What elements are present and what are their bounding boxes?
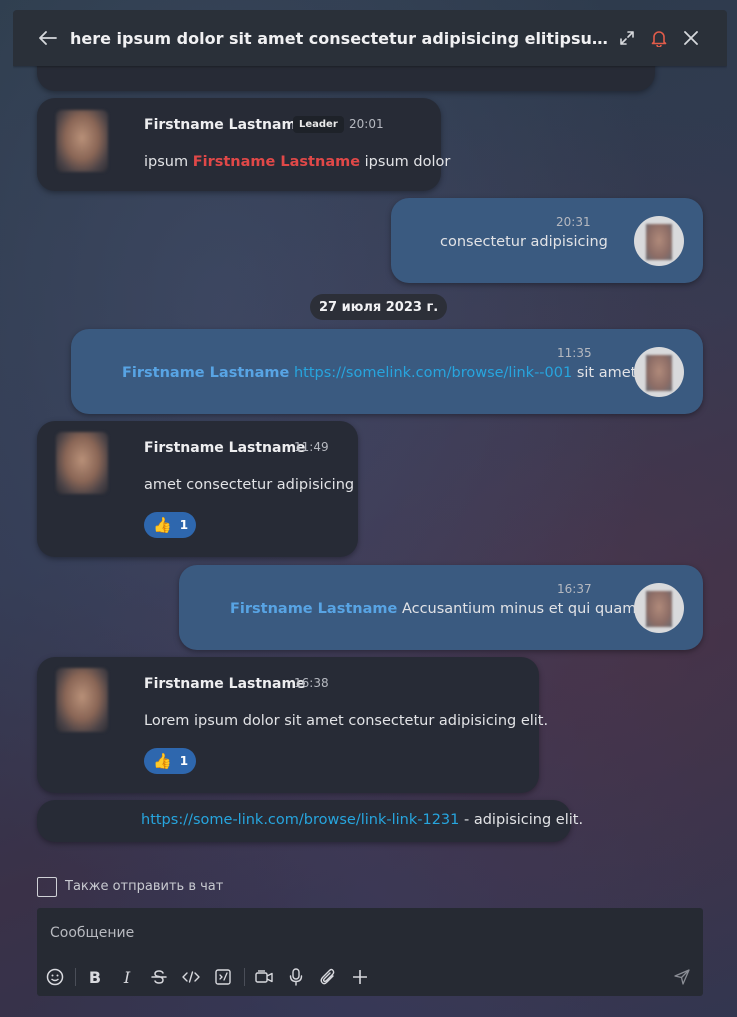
video-icon[interactable]	[253, 966, 275, 988]
message-time: 16:38	[294, 676, 329, 690]
thread-panel: here ipsum dolor sit amet consectetur ad…	[13, 10, 727, 1010]
message-text: Lorem ipsum dolor sit amet consectetur a…	[144, 713, 549, 729]
message-time: 16:37	[557, 582, 592, 596]
also-send-checkbox[interactable]	[37, 877, 57, 897]
avatar[interactable]	[634, 216, 684, 266]
reaction-chip[interactable]: 👍 1	[144, 512, 196, 538]
message-time: 11:49	[294, 440, 329, 454]
message-composer: B I	[37, 908, 703, 996]
date-separator: 27 июля 2023 г.	[310, 294, 448, 320]
message-bubble-own[interactable]: 20:31 consectetur adipisicing	[391, 198, 703, 283]
thread-header: here ipsum dolor sit amet consectetur ad…	[13, 10, 727, 66]
sender-name[interactable]: Firstname Lastname	[144, 440, 306, 456]
message-bubble[interactable]: Firstname Lastname 11:49 amet consectetu…	[37, 421, 358, 557]
message-input[interactable]	[37, 916, 657, 950]
text-segment: Accusantium minus et qui quam	[401, 601, 637, 617]
avatar[interactable]	[56, 668, 108, 732]
microphone-icon[interactable]	[285, 966, 307, 988]
message-bubble[interactable]: Firstname Lastname 16:38 Lorem ipsum dol…	[37, 657, 548, 793]
role-badge: Leader	[293, 116, 344, 133]
reaction-count: 1	[179, 754, 189, 768]
mention[interactable]: Firstname Lastname	[230, 601, 397, 617]
close-icon[interactable]	[679, 26, 703, 50]
plus-icon[interactable]	[349, 966, 371, 988]
thumbs-up-icon: 👍	[153, 752, 172, 770]
message-time: 11:35	[557, 346, 592, 360]
message-link[interactable]: https://somelink.com/browse/link--001	[294, 365, 572, 381]
expand-icon[interactable]	[615, 26, 639, 50]
bell-icon[interactable]	[647, 26, 671, 50]
sender-name[interactable]: Firstname Lastname	[144, 676, 306, 692]
toolbar-divider	[75, 968, 76, 986]
mention[interactable]: Firstname Lastname	[122, 365, 289, 381]
bold-icon[interactable]: B	[84, 966, 106, 988]
thumbs-up-icon: 👍	[153, 516, 172, 534]
message-time: 20:01	[349, 117, 384, 131]
text-segment: sit amet	[576, 365, 637, 381]
sender-name[interactable]: Firstname Lastname	[144, 117, 306, 133]
mention[interactable]: Firstname Lastname	[193, 154, 360, 170]
message-text: Firstname Lastname https://somelink.com/…	[122, 365, 636, 381]
text-segment: ipsum	[144, 154, 189, 170]
also-send-label[interactable]: Также отправить в чат	[65, 879, 223, 894]
strikethrough-icon[interactable]	[148, 966, 170, 988]
avatar[interactable]	[634, 583, 684, 633]
message-bubble[interactable]: https://some-link.com/browse/link-link-1…	[37, 800, 583, 842]
message-text: amet consectetur adipisicing	[144, 477, 355, 493]
message-text: Firstname Lastname Accusantium minus et …	[230, 601, 636, 617]
arrow-left-icon[interactable]	[36, 26, 60, 50]
thread-title: here ipsum dolor sit amet consectetur ad…	[70, 28, 610, 48]
message-bubble[interactable]: Firstname Lastname Leader 20:01 ipsum Fi…	[37, 98, 450, 191]
message-bubble-own[interactable]: 16:37 Firstname Lastname Accusantium min…	[179, 565, 703, 650]
italic-icon[interactable]: I	[116, 966, 138, 988]
message-text: ipsum Firstname Lastname ipsum dolor	[144, 154, 450, 170]
message-link[interactable]: https://some-link.com/browse/link-link-1…	[141, 812, 459, 828]
avatar[interactable]	[56, 432, 108, 494]
smiley-icon[interactable]	[44, 966, 66, 988]
reaction-count: 1	[179, 518, 189, 532]
toolbar-divider	[244, 968, 245, 986]
message-time: 20:31	[556, 215, 591, 229]
paperclip-icon[interactable]	[317, 966, 339, 988]
message-text: https://some-link.com/browse/link-link-1…	[141, 812, 583, 828]
text-segment: ipsum dolor	[364, 154, 451, 170]
code-icon[interactable]	[180, 966, 202, 988]
reaction-chip[interactable]: 👍 1	[144, 748, 196, 774]
message-text: consectetur adipisicing	[440, 234, 608, 250]
avatar[interactable]	[634, 347, 684, 397]
message-bubble-own[interactable]: 11:35 Firstname Lastname https://somelin…	[71, 329, 703, 414]
avatar[interactable]	[56, 110, 108, 172]
text-segment: - adipisicing elit.	[459, 812, 584, 828]
send-icon[interactable]	[671, 966, 693, 988]
code-block-icon[interactable]	[212, 966, 234, 988]
